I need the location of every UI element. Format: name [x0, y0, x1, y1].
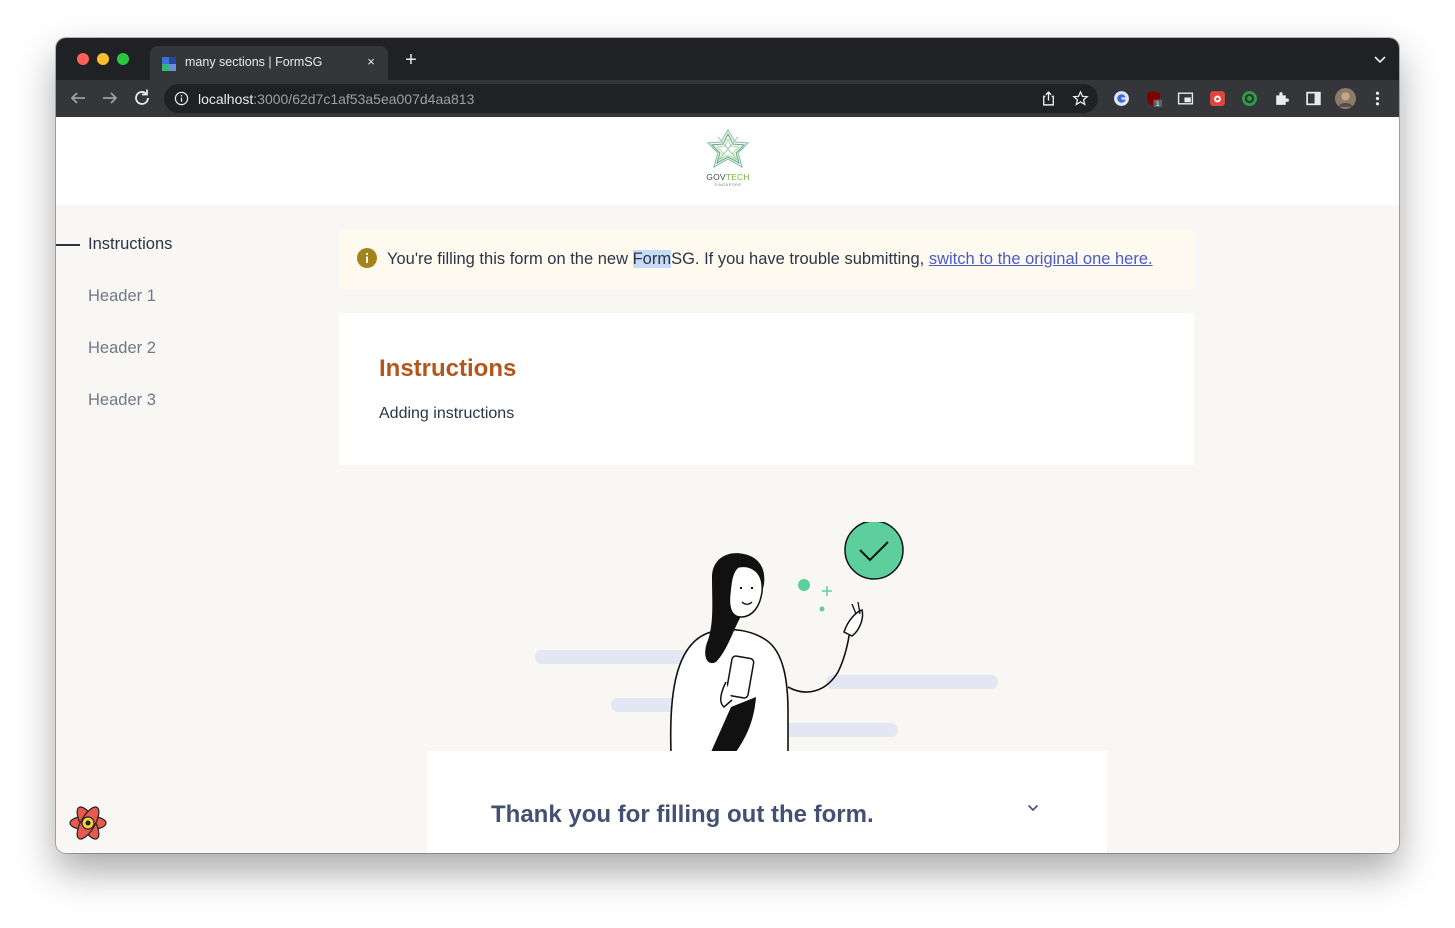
tab-strip: many sections | FormSG × +: [56, 38, 1399, 80]
react-devtools-icon[interactable]: [68, 803, 108, 843]
end-page-title: Thank you for filling out the form.: [491, 801, 874, 828]
browser-toolbar: localhost:3000/62d7c1af53a5ea007d4aa813 …: [56, 80, 1399, 117]
sidebar-item-header-3[interactable]: Header 3: [88, 391, 156, 410]
devtools-extension-icon[interactable]: [1209, 90, 1226, 107]
instructions-text: Adding instructions: [379, 405, 515, 422]
target-extension-icon[interactable]: [1241, 90, 1258, 107]
switch-to-original-link[interactable]: switch to the original one here.: [929, 250, 1153, 268]
site-info-icon[interactable]: [174, 91, 189, 106]
instructions-section: Instructions Adding instructions: [339, 313, 1194, 465]
share-icon[interactable]: [1040, 90, 1057, 107]
address-bar[interactable]: localhost:3000/62d7c1af53a5ea007d4aa813: [164, 84, 1098, 113]
password-manager-extension-icon[interactable]: [1113, 90, 1130, 107]
picture-in-picture-extension-icon[interactable]: [1177, 90, 1194, 107]
logo-wordmark: GOVTECH: [706, 172, 750, 182]
govtech-logo: GOVTECH SINGAPORE: [704, 128, 752, 188]
back-arrow-icon[interactable]: [66, 86, 90, 110]
profile-avatar[interactable]: [1335, 88, 1356, 109]
tab-title: many sections | FormSG: [185, 55, 323, 69]
govtech-star-icon: [706, 128, 750, 169]
form-header: GOVTECH SINGAPORE: [56, 117, 1399, 205]
logo-subtext: SINGAPORE: [714, 183, 742, 187]
instructions-heading: Instructions: [379, 355, 517, 382]
browser-window: many sections | FormSG × + localhost:300…: [56, 38, 1399, 853]
browser-menu-kebab-icon[interactable]: [1369, 90, 1386, 107]
bookmark-star-icon[interactable]: [1072, 90, 1089, 107]
tab-close-icon[interactable]: ×: [362, 53, 380, 71]
ublock-extension-icon[interactable]: 1: [1145, 90, 1162, 107]
svg-text:1: 1: [1156, 100, 1160, 107]
info-icon: [357, 248, 377, 268]
formsg-favicon-icon: [162, 57, 176, 71]
browser-tab[interactable]: many sections | FormSG ×: [150, 46, 388, 80]
extensions-puzzle-icon[interactable]: [1273, 90, 1290, 107]
sidebar-item-header-1[interactable]: Header 1: [88, 287, 156, 306]
sidebar-item-instructions[interactable]: Instructions: [88, 235, 172, 254]
url-text: localhost:3000/62d7c1af53a5ea007d4aa813: [198, 91, 475, 107]
chevron-down-icon[interactable]: [1027, 804, 1039, 812]
minimize-window-button[interactable]: [97, 53, 109, 65]
side-panel-icon[interactable]: [1305, 90, 1322, 107]
reload-icon[interactable]: [130, 86, 154, 110]
forward-arrow-icon[interactable]: [98, 86, 122, 110]
end-page-card: Thank you for filling out the form.: [427, 751, 1107, 853]
close-window-button[interactable]: [77, 53, 89, 65]
active-section-indicator: [56, 244, 80, 246]
maximize-window-button[interactable]: [117, 53, 129, 65]
banner-message: You're filling this form on the new Form…: [387, 250, 1153, 268]
tab-search-chevron-icon[interactable]: [1373, 52, 1387, 66]
new-formsg-banner: You're filling this form on the new Form…: [339, 229, 1194, 289]
selected-text-highlight: Form: [632, 250, 672, 268]
sidebar-item-header-2[interactable]: Header 2: [88, 339, 156, 358]
new-tab-button[interactable]: +: [401, 50, 421, 70]
success-woman-illustration: [535, 522, 998, 752]
page-viewport: GOVTECH SINGAPORE Instructions Header 1 …: [56, 117, 1399, 853]
